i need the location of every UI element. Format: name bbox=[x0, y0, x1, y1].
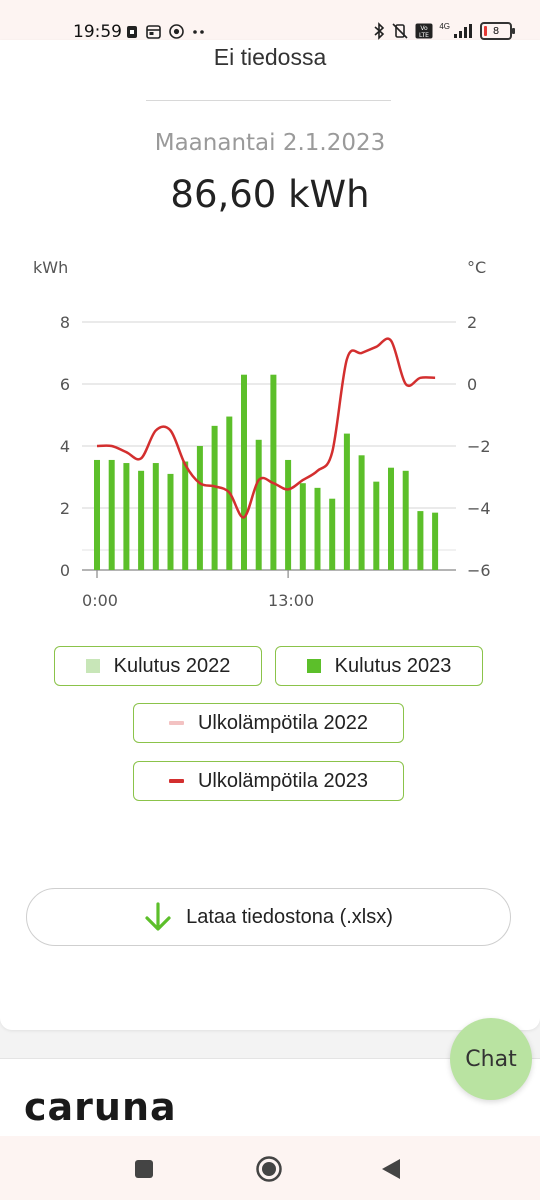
recents-button[interactable] bbox=[124, 1154, 164, 1184]
calendar-icon bbox=[146, 24, 161, 39]
consumption-chart[interactable]: kWh °C 0 2 4 6 8 −6 −4 −2 0 2 0:00 13:00 bbox=[0, 240, 540, 620]
chat-label: Chat bbox=[465, 1046, 517, 1072]
bar-kulutus-2023 bbox=[314, 487, 321, 570]
download-label: Lataa tiedostona (.xlsx) bbox=[186, 905, 393, 928]
y-tick-label: 8 bbox=[60, 313, 70, 332]
legend-ulkolampotila-2022[interactable]: Ulkolämpötila 2022 bbox=[133, 703, 404, 743]
divider bbox=[146, 100, 391, 101]
home-button[interactable] bbox=[249, 1154, 289, 1184]
x-tick-label: 13:00 bbox=[268, 591, 314, 610]
legend-label: Ulkolämpötila 2022 bbox=[197, 711, 369, 734]
signal-4g-icon bbox=[454, 24, 472, 38]
bar-kulutus-2023 bbox=[196, 446, 203, 570]
bar-kulutus-2023 bbox=[138, 470, 145, 570]
network-type-label: 4G bbox=[439, 22, 450, 31]
status-time: 19:59 bbox=[73, 22, 122, 42]
y-tick-label: 4 bbox=[60, 437, 70, 456]
chat-button[interactable]: Chat bbox=[450, 1018, 532, 1100]
legend-swatch-kulutus-2023 bbox=[306, 659, 321, 673]
download-xlsx-button[interactable]: Lataa tiedostona (.xlsx) bbox=[26, 888, 511, 946]
bar-kulutus-2023 bbox=[388, 467, 394, 570]
recents-square-icon bbox=[135, 1160, 153, 1178]
bar-kulutus-2023 bbox=[211, 425, 218, 570]
back-button[interactable] bbox=[371, 1154, 411, 1184]
bar-kulutus-2023 bbox=[285, 459, 292, 570]
bar-kulutus-2023 bbox=[299, 483, 306, 570]
bar-kulutus-2023 bbox=[329, 498, 336, 570]
home-circle-icon bbox=[256, 1156, 282, 1182]
bar-kulutus-2023 bbox=[167, 473, 174, 570]
y-tick-label: 6 bbox=[60, 375, 70, 394]
bar-kulutus-2023 bbox=[270, 374, 277, 570]
bar-kulutus-2023 bbox=[417, 511, 424, 570]
y2-tick-label: −2 bbox=[467, 437, 491, 456]
legend-kulutus-2022[interactable]: Kulutus 2022 bbox=[54, 646, 262, 686]
bar-kulutus-2023 bbox=[255, 439, 262, 570]
bar-kulutus-2023 bbox=[182, 461, 189, 570]
line-ulkolampotila-2023 bbox=[96, 337, 436, 519]
legend-label: Ulkolämpötila 2023 bbox=[197, 769, 369, 792]
chrome-icon bbox=[169, 24, 184, 39]
legend-label: Kulutus 2022 bbox=[113, 654, 231, 677]
bar-kulutus-2023 bbox=[358, 455, 365, 570]
legend-swatch-ulkolampotila-2023 bbox=[168, 779, 184, 783]
bar-kulutus-2023 bbox=[152, 463, 159, 570]
bar-kulutus-2023 bbox=[402, 470, 409, 570]
download-arrow-icon bbox=[144, 902, 172, 932]
left-axis-unit: kWh bbox=[33, 258, 68, 277]
total-consumption: 86,60 kWh bbox=[170, 173, 370, 216]
volte-icon: VoLTE bbox=[415, 23, 433, 39]
legend-swatch-kulutus-2022 bbox=[85, 659, 100, 673]
legend-ulkolampotila-2023[interactable]: Ulkolämpötila 2023 bbox=[133, 761, 404, 801]
navigation-bar bbox=[0, 1136, 540, 1200]
bar-kulutus-2023 bbox=[241, 374, 247, 570]
legend-kulutus-2023[interactable]: Kulutus 2023 bbox=[275, 646, 483, 686]
bar-kulutus-2023 bbox=[343, 433, 350, 570]
bar-kulutus-2023 bbox=[94, 459, 100, 570]
vibrate-off-icon bbox=[392, 23, 408, 39]
bar-kulutus-2023 bbox=[373, 481, 380, 570]
right-axis-unit: °C bbox=[467, 258, 486, 277]
caruna-logo[interactable]: caruna bbox=[24, 1085, 194, 1131]
bar-kulutus-2023 bbox=[432, 512, 439, 570]
y-tick-label: 2 bbox=[60, 499, 70, 518]
svg-text:Vo: Vo bbox=[421, 25, 429, 32]
y2-tick-label: −4 bbox=[467, 499, 491, 518]
status-right-icons: Vo LTE 4G 8 bbox=[373, 22, 515, 40]
legend-label: Kulutus 2023 bbox=[334, 654, 452, 677]
more-dots-icon bbox=[193, 29, 204, 34]
y-tick-label: 0 bbox=[60, 561, 70, 580]
back-triangle-icon bbox=[382, 1159, 400, 1179]
logo-text: caruna bbox=[24, 1090, 177, 1126]
x-tick-label: 0:00 bbox=[82, 591, 118, 610]
bar-kulutus-2023 bbox=[123, 463, 130, 570]
svg-text:LTE: LTE bbox=[419, 32, 429, 39]
bluetooth-icon bbox=[374, 22, 385, 40]
selected-date: Maanantai 2.1.2023 bbox=[154, 130, 386, 156]
previous-value-text: Ei tiedossa bbox=[213, 44, 327, 70]
battery-icon: 8 bbox=[480, 22, 515, 40]
y2-tick-label: −6 bbox=[467, 561, 491, 580]
bar-kulutus-2023 bbox=[108, 459, 115, 570]
legend-swatch-ulkolampotila-2022 bbox=[168, 721, 184, 725]
y2-tick-label: 0 bbox=[467, 375, 477, 394]
status-left-icons bbox=[126, 24, 206, 39]
y2-tick-label: 2 bbox=[467, 313, 477, 332]
battery-level: 8 bbox=[492, 25, 500, 37]
sim-card-icon bbox=[127, 25, 137, 38]
